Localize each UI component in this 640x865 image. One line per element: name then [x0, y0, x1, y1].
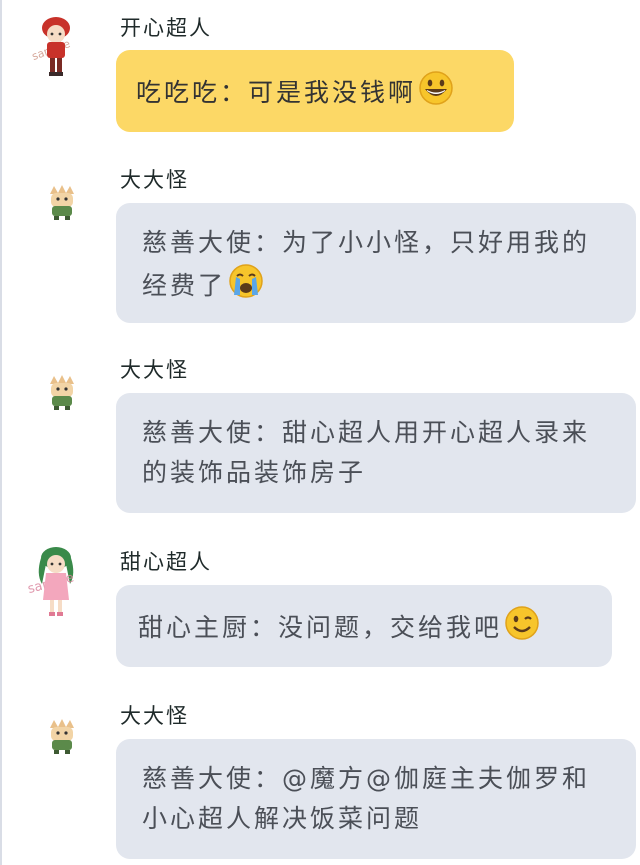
message-text: 慈善大使：为了小小怪，只好用我的经费了: [142, 228, 591, 300]
monster-chibi-avatar[interactable]: [40, 372, 84, 412]
left-edge-divider: [0, 0, 2, 865]
message-bubble[interactable]: 慈善大使：甜心超人用开心超人录来的装饰品装饰房子: [116, 393, 636, 513]
message-bubble[interactable]: 慈善大使：@魔方@伽庭主夫伽罗和小心超人解决饭菜问题: [116, 739, 636, 859]
green-hair-chibi-avatar[interactable]: sample: [26, 544, 86, 616]
sender-name: 大大怪: [120, 704, 189, 728]
grinning-face-emoji: [418, 70, 454, 118]
sender-name: 大大怪: [120, 168, 189, 192]
message-text: 吃吃吃：可是我没钱啊: [136, 78, 417, 107]
monster-chibi-avatar[interactable]: [40, 716, 84, 756]
message-text: 甜心主厨：没问题，交给我吧: [138, 613, 503, 642]
message-text: 慈善大使：甜心超人用开心超人录来的装饰品装饰房子: [142, 418, 591, 487]
winking-face-emoji: [504, 605, 540, 653]
sender-name: 开心超人: [120, 16, 212, 40]
message-bubble[interactable]: 慈善大使：为了小小怪，只好用我的经费了: [116, 203, 636, 323]
monster-chibi-avatar[interactable]: [40, 182, 84, 222]
message-bubble[interactable]: 甜心主厨：没问题，交给我吧: [116, 585, 612, 667]
sender-name: 大大怪: [120, 358, 189, 382]
red-hair-chibi-avatar[interactable]: sample: [26, 12, 86, 76]
message-text: 慈善大使：@魔方@伽庭主夫伽罗和小心超人解决饭菜问题: [142, 764, 591, 833]
crying-face-emoji: [228, 263, 264, 311]
message-bubble[interactable]: 吃吃吃：可是我没钱啊: [116, 50, 514, 132]
sender-name: 甜心超人: [120, 550, 212, 574]
